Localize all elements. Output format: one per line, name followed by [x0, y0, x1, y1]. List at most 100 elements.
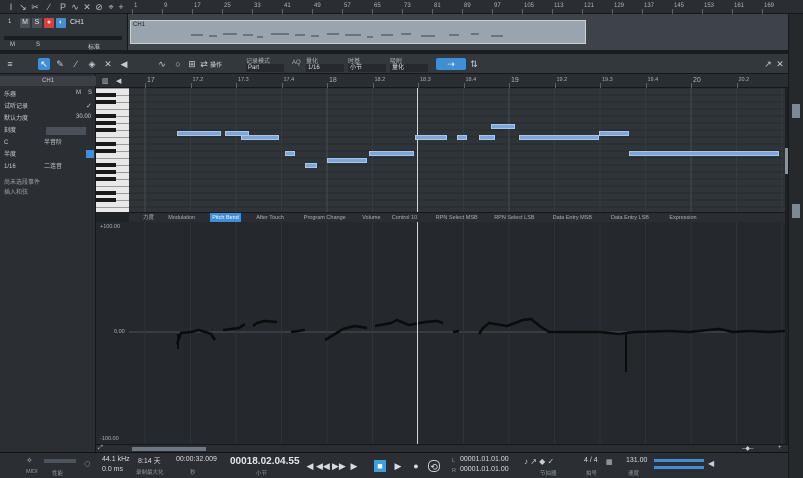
black-key[interactable] — [96, 121, 116, 125]
black-key[interactable] — [96, 149, 116, 153]
horizontal-scroll-thumb[interactable] — [132, 447, 206, 451]
inspector-solo-button[interactable]: S — [88, 90, 92, 96]
inspector-channel[interactable]: CH1 — [0, 76, 96, 86]
right-panel-strip[interactable] — [788, 14, 803, 478]
track-header[interactable]: 1 M S ● ◐ CH1 M S 标准 — [0, 14, 128, 51]
midi-note[interactable] — [519, 135, 599, 140]
midi-note[interactable] — [285, 151, 295, 156]
default-velocity-value[interactable]: 30.00 — [76, 114, 91, 120]
midi-note[interactable] — [241, 135, 279, 140]
black-key[interactable] — [96, 128, 116, 132]
paint-tool-icon[interactable]: ◈ — [86, 58, 98, 70]
fast-forward-icon[interactable]: ▶▶ — [332, 460, 346, 472]
speaker-icon[interactable]: ◀ — [708, 459, 714, 468]
scale-select[interactable]: 半音阶 — [44, 138, 62, 148]
mute-button[interactable]: M — [20, 18, 30, 28]
editor-ruler[interactable]: ▥ ◀ 17 17.2 17.3 17.4 18 18.2 18.3 18.4 19 19.2 19… — [96, 74, 788, 88]
ruler-left-icon[interactable]: ▥ — [102, 77, 109, 85]
midi-note[interactable] — [629, 151, 779, 156]
vertical-scrollbar[interactable] — [785, 88, 788, 444]
notes-layer[interactable] — [129, 88, 785, 212]
record-button[interactable]: ● — [410, 460, 422, 472]
editor-ruler-scale[interactable]: 17 17.2 17.3 17.4 18 18.2 18.3 18.4 19 19.2 19.3 19… — [129, 74, 785, 88]
inspector-mute-button[interactable]: M — [76, 90, 81, 96]
timebase-select[interactable]: 小节 — [348, 64, 386, 72]
ruler-speaker-icon[interactable]: ◀ — [116, 77, 121, 85]
arrange-lane[interactable]: CH1 — [128, 14, 788, 50]
record-arm-button[interactable]: ● — [44, 18, 54, 28]
black-key[interactable] — [96, 198, 116, 202]
pitch-bend-lane[interactable]: +100.00 0.00 -100.00 — [96, 222, 785, 444]
horizontal-scrollbar[interactable]: ⤢ –◆– + — [96, 444, 788, 452]
zoom-tool-icon[interactable]: ⊘ — [94, 2, 104, 12]
play-button[interactable]: ▶ — [392, 460, 404, 472]
zoom-icon[interactable]: ○ — [172, 58, 184, 70]
note-grid[interactable] — [129, 88, 785, 212]
loop-button[interactable]: ⟲ — [428, 460, 440, 472]
zoom-out-icon[interactable]: ⤢ — [98, 445, 103, 452]
black-key[interactable] — [96, 142, 116, 146]
bend-tool-icon[interactable]: ∿ — [70, 2, 80, 12]
position-display[interactable]: 00018.02.04.55 — [230, 456, 300, 467]
midi-note[interactable] — [457, 135, 467, 140]
quantize-select[interactable]: 1/16 — [306, 64, 344, 72]
vertical-scroll-thumb[interactable] — [785, 148, 788, 174]
pencil-tool-icon[interactable]: ✎ — [54, 58, 66, 70]
black-key[interactable] — [96, 170, 116, 174]
black-key[interactable] — [96, 100, 116, 104]
range-tool-icon[interactable]: ↘ — [18, 2, 28, 12]
monitor-button[interactable]: ◐ — [56, 18, 66, 28]
draw-tool-icon[interactable]: ∕ — [44, 2, 54, 12]
time-signature[interactable]: 4 / 4 — [584, 457, 598, 464]
loop-end[interactable]: 00001.01.01.00 — [460, 466, 509, 473]
black-key[interactable] — [96, 114, 116, 118]
follow-icon[interactable]: ⇅ — [468, 58, 480, 70]
track-fader[interactable] — [4, 36, 122, 40]
record-mode-select[interactable]: Part — [246, 64, 284, 72]
tempo-value[interactable]: 131.00 — [626, 457, 647, 464]
arrow-tool-icon[interactable]: I — [6, 2, 16, 12]
zoom-slider-icon[interactable]: –◆– — [742, 445, 753, 452]
detach-icon[interactable]: ↗ — [762, 58, 774, 70]
tone-select[interactable]: 二连音 — [44, 162, 62, 172]
snap-mode-icon[interactable]: ⇢ — [436, 58, 466, 70]
mute-tool-icon[interactable]: ✕ — [102, 58, 114, 70]
action-menu[interactable]: 操作 — [210, 60, 222, 69]
mute-tool-icon[interactable]: ✕ — [82, 2, 92, 12]
trial-record-toggle[interactable]: 试听记录 — [0, 102, 96, 112]
stop-button[interactable]: ■ — [374, 460, 386, 472]
loop-start[interactable]: 00001.01.01.00 — [460, 456, 509, 463]
split-tool-icon[interactable]: ✂ — [30, 2, 40, 12]
listen-tool-icon[interactable]: ⌖ — [106, 2, 116, 12]
track-sub-s[interactable]: S — [36, 42, 40, 48]
track-name[interactable]: CH1 — [70, 19, 84, 26]
solo-button[interactable]: S — [32, 18, 42, 28]
chord-toggle[interactable] — [86, 150, 94, 158]
track-sub-m[interactable]: M — [10, 42, 15, 48]
midi-note[interactable] — [327, 158, 367, 163]
eraser-tool-icon[interactable]: ∕ — [70, 58, 82, 70]
black-key[interactable] — [96, 177, 116, 181]
grid-icon[interactable]: ⊞ — [186, 58, 198, 70]
action-icon[interactable]: ⇄ — [198, 58, 210, 70]
rewind-icon[interactable]: ◀◀ — [316, 460, 330, 472]
paint-tool-icon[interactable]: P — [58, 2, 68, 12]
go-to-start-icon[interactable]: ◀ — [304, 460, 316, 472]
insert-chord-text[interactable]: 插入和弦 — [0, 188, 96, 198]
speaker-icon[interactable]: ◀ — [118, 58, 130, 70]
midi-note[interactable] — [491, 124, 515, 129]
black-key[interactable] — [96, 163, 116, 167]
pitch-bend-curve[interactable] — [129, 222, 785, 444]
piano-keyboard[interactable] — [96, 88, 129, 212]
bend-tool-icon[interactable]: ∿ — [156, 58, 168, 70]
arrange-ruler[interactable]: 1 9 17 25 33 41 49 57 65 73 81 89 97 105 113 121 129 137 1… — [128, 0, 788, 14]
midi-note[interactable] — [599, 131, 629, 136]
time-seconds[interactable]: 00:00:32.009 — [176, 456, 217, 463]
midi-note[interactable] — [177, 131, 221, 136]
close-icon[interactable]: ✕ — [774, 58, 786, 70]
midi-note[interactable] — [369, 151, 414, 156]
midi-note[interactable] — [305, 163, 317, 168]
tempo-icon[interactable]: ▦ — [606, 458, 613, 466]
black-key[interactable] — [96, 93, 116, 97]
midi-clip[interactable]: CH1 — [130, 20, 586, 44]
